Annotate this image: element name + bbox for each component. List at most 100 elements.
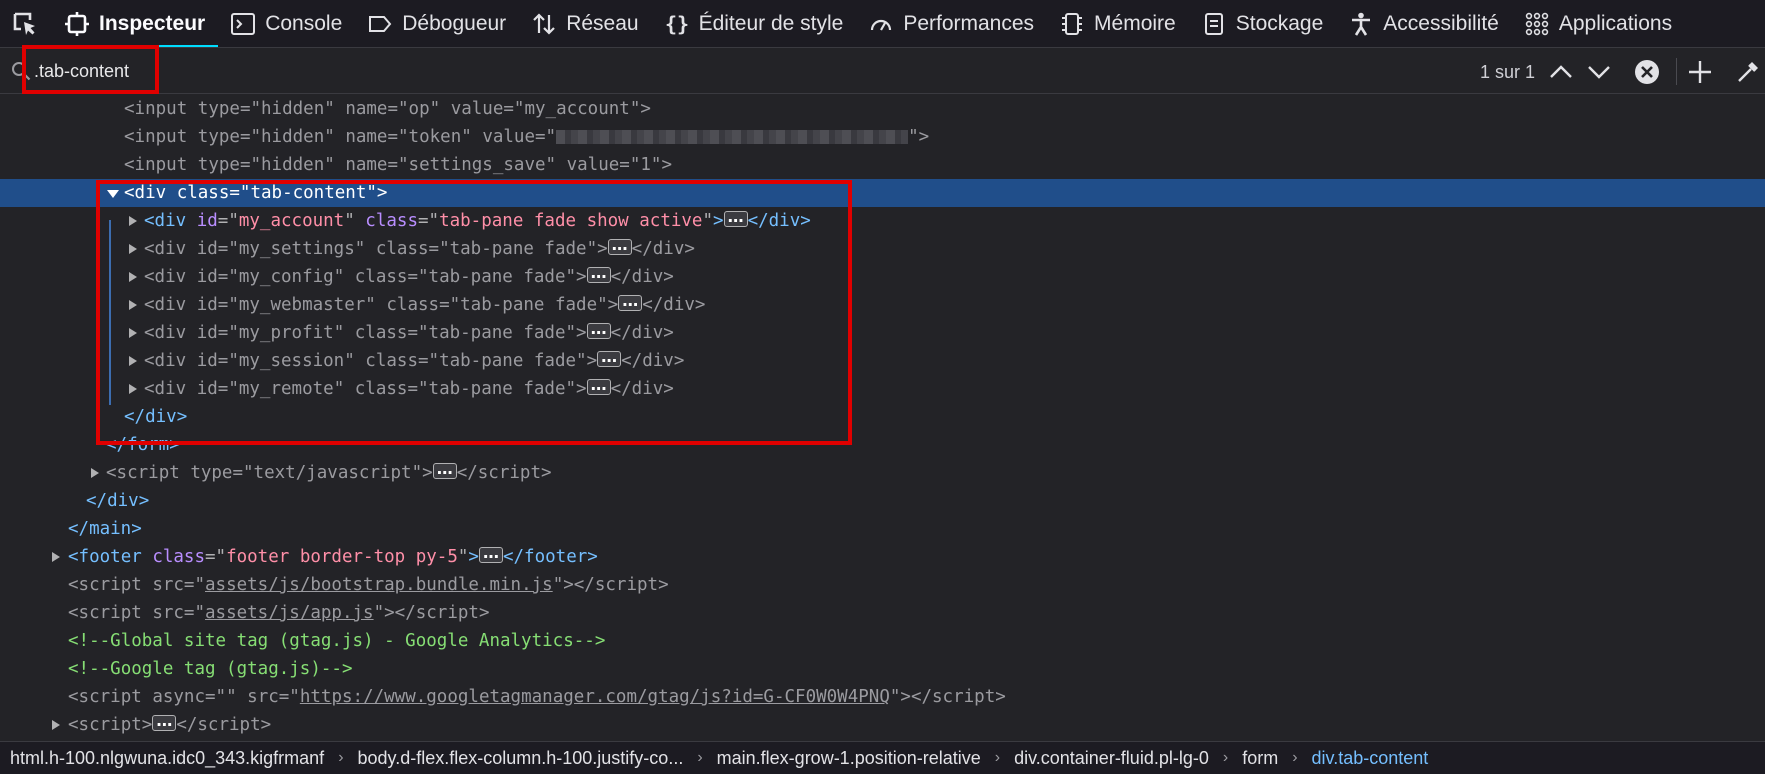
markup-node[interactable]: <script></script> bbox=[0, 707, 1765, 739]
element-picker-icon bbox=[13, 12, 35, 35]
collapsed-children-button[interactable] bbox=[597, 343, 622, 371]
tab-label: Réseau bbox=[566, 11, 639, 35]
tab-label: Accessibilité bbox=[1383, 11, 1499, 35]
expand-twisty[interactable] bbox=[129, 244, 137, 254]
node-breadcrumb: html.h-100.nlgwuna.idc0_343.kigfrmanf › … bbox=[0, 741, 1765, 774]
markup-node[interactable]: <div id="my_remote" class="tab-pane fade… bbox=[0, 371, 1765, 403]
collapsed-children-button[interactable] bbox=[586, 315, 611, 343]
markup-node[interactable]: </form> bbox=[0, 431, 1765, 459]
collapsed-children-button[interactable] bbox=[618, 287, 643, 315]
add-node-button[interactable] bbox=[1686, 58, 1714, 86]
markup-node[interactable]: </main> bbox=[0, 515, 1765, 543]
tab-debugger[interactable]: Débogueur bbox=[355, 0, 519, 47]
collapsed-children-button[interactable] bbox=[586, 371, 611, 399]
markup-node-selected[interactable]: <div class="tab-content"> bbox=[0, 179, 1765, 207]
expand-twisty[interactable] bbox=[129, 272, 137, 282]
collapsed-children-button[interactable] bbox=[607, 231, 632, 259]
tab-memory[interactable]: Mémoire bbox=[1047, 0, 1189, 47]
markup-node[interactable]: <div id="my_webmaster" class="tab-pane f… bbox=[0, 287, 1765, 319]
resource-link[interactable]: assets/js/bootstrap.bundle.min.js bbox=[205, 575, 553, 595]
applications-icon bbox=[1525, 12, 1549, 35]
collapsed-children-button[interactable] bbox=[432, 455, 457, 483]
markup-comment[interactable]: <!--Google tag (gtag.js)--> bbox=[0, 655, 1765, 683]
markup-node[interactable]: <input type="hidden" name="settings_save… bbox=[0, 151, 1765, 179]
console-icon bbox=[231, 12, 256, 35]
tab-style-editor[interactable]: {} Éditeur de style bbox=[652, 0, 857, 47]
tab-storage[interactable]: Stockage bbox=[1189, 0, 1337, 47]
tab-label: Stockage bbox=[1235, 11, 1324, 35]
breadcrumb-item-current[interactable]: div.tab-content bbox=[1310, 748, 1431, 769]
breadcrumb-separator-icon: › bbox=[994, 749, 1001, 766]
tab-inspector[interactable]: Inspecteur bbox=[52, 0, 219, 47]
tab-label: Performances bbox=[903, 11, 1035, 35]
breadcrumb-item[interactable]: html.h-100.nlgwuna.idc0_343.kigfrmanf bbox=[8, 748, 326, 769]
markup-node[interactable]: <div id="my_config" class="tab-pane fade… bbox=[0, 259, 1765, 291]
redacted-value bbox=[556, 130, 909, 144]
eyedropper-icon bbox=[1738, 62, 1758, 82]
tab-label: Mémoire bbox=[1094, 11, 1176, 35]
expand-twisty[interactable] bbox=[129, 356, 137, 366]
markup-search-bar: 1 sur 1 bbox=[0, 48, 1765, 94]
breadcrumb-separator-icon: › bbox=[1292, 749, 1298, 766]
breadcrumb-separator-icon: › bbox=[697, 749, 703, 766]
plus-icon bbox=[1689, 61, 1711, 83]
style-editor-icon: {} bbox=[665, 12, 689, 36]
tab-network[interactable]: Réseau bbox=[519, 0, 651, 47]
markup-node[interactable]: </div> bbox=[0, 487, 1765, 515]
tab-console[interactable]: Console bbox=[218, 0, 355, 47]
expand-twisty[interactable] bbox=[129, 216, 137, 226]
previous-result-button[interactable] bbox=[1547, 58, 1575, 86]
search-input[interactable] bbox=[34, 58, 434, 84]
storage-icon bbox=[1204, 12, 1223, 35]
memory-icon bbox=[1062, 12, 1083, 35]
markup-node[interactable]: <div id="my_account" class="tab-pane fad… bbox=[0, 203, 1765, 235]
markup-node[interactable]: <script type="text/javascript"></script> bbox=[0, 455, 1765, 487]
search-result-count: 1 sur 1 bbox=[1480, 62, 1536, 82]
expand-twisty[interactable] bbox=[129, 300, 137, 310]
markup-node[interactable]: </div> bbox=[0, 403, 1765, 431]
breadcrumb-item[interactable]: div.container-fluid.pl-lg-0 bbox=[1012, 748, 1211, 769]
markup-node[interactable]: <input type="hidden" name="op" value="my… bbox=[0, 95, 1765, 123]
close-circle-icon bbox=[1635, 60, 1659, 84]
markup-node[interactable]: <div id="my_session" class="tab-pane fad… bbox=[0, 343, 1765, 375]
tab-label: Applications bbox=[1558, 11, 1673, 35]
markup-node[interactable]: <footer class="footer border-top py-5"><… bbox=[0, 539, 1765, 571]
svg-text:{}: {} bbox=[665, 12, 689, 36]
markup-comment[interactable]: <!--Global site tag (gtag.js) - Google A… bbox=[0, 627, 1765, 655]
collapsed-children-button[interactable] bbox=[152, 707, 177, 735]
markup-node[interactable]: <div id="my_settings" class="tab-pane fa… bbox=[0, 231, 1765, 263]
expand-twisty[interactable] bbox=[52, 552, 60, 562]
chevron-down-icon bbox=[1588, 66, 1610, 79]
collapsed-children-button[interactable] bbox=[478, 539, 503, 567]
expand-twisty[interactable] bbox=[129, 328, 137, 338]
resource-link[interactable]: https://www.googletagmanager.com/gtag/js… bbox=[300, 687, 890, 707]
breadcrumb-item[interactable]: body.d-flex.flex-column.h-100.justify-co… bbox=[356, 748, 686, 769]
markup-node[interactable]: <script src="assets/js/bootstrap.bundle.… bbox=[0, 571, 1765, 599]
collapsed-children-button[interactable] bbox=[723, 203, 748, 231]
toolbar-divider bbox=[1676, 58, 1677, 85]
tab-applications[interactable]: Applications bbox=[1512, 0, 1685, 47]
markup-node[interactable]: <script async="" src="https://www.google… bbox=[0, 683, 1765, 711]
expand-twisty[interactable] bbox=[91, 468, 99, 478]
markup-node[interactable]: <div id="my_profit" class="tab-pane fade… bbox=[0, 315, 1765, 347]
tab-performance[interactable]: Performances bbox=[856, 0, 1047, 47]
tab-label: Débogueur bbox=[402, 11, 507, 35]
expand-twisty[interactable] bbox=[52, 720, 60, 730]
eyedropper-button[interactable] bbox=[1734, 58, 1762, 86]
expand-twisty[interactable] bbox=[129, 384, 137, 394]
chevron-up-icon bbox=[1550, 65, 1572, 78]
debugger-icon bbox=[369, 15, 392, 32]
markup-node[interactable]: <input type="hidden" name="token" value=… bbox=[0, 123, 1765, 151]
element-picker-button[interactable] bbox=[0, 0, 52, 47]
breadcrumb-separator-icon: › bbox=[1222, 749, 1229, 766]
breadcrumb-item[interactable]: form bbox=[1240, 748, 1280, 769]
collapsed-children-button[interactable] bbox=[586, 259, 611, 287]
accessibility-icon bbox=[1352, 12, 1371, 36]
resource-link[interactable]: assets/js/app.js bbox=[205, 603, 374, 623]
tab-accessibility[interactable]: Accessibilité bbox=[1336, 0, 1512, 47]
next-result-button[interactable] bbox=[1585, 58, 1613, 86]
breadcrumb-item[interactable]: main.flex-grow-1.position-relative bbox=[715, 748, 983, 769]
clear-search-button[interactable] bbox=[1633, 58, 1661, 86]
expand-twisty[interactable] bbox=[107, 190, 119, 198]
markup-node[interactable]: <script src="assets/js/app.js"></script> bbox=[0, 599, 1765, 627]
